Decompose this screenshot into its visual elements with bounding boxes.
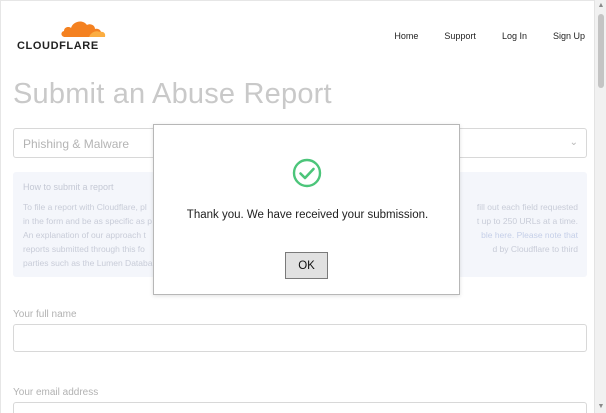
logo-wordmark: CLOUDFLARE	[17, 40, 99, 52]
instructions-link[interactable]: ble here. Please note that	[481, 228, 578, 242]
email-input[interactable]	[13, 402, 587, 413]
cloudflare-logo[interactable]: CLOUDFLARE	[15, 17, 115, 53]
instructions-heading: How to submit a report	[23, 182, 114, 192]
instructions-line: fill out each field requested	[476, 202, 578, 212]
instructions-line: To file a report with Cloudflare, pl	[23, 202, 147, 212]
instructions-line: parties such as the Lumen Databa	[23, 258, 153, 268]
nav-home-link[interactable]: Home	[394, 31, 418, 41]
site-header: CLOUDFLARE Home Support Log In Sign Up	[1, 1, 595, 71]
ok-button[interactable]: OK	[285, 252, 328, 279]
top-nav: Home Support Log In Sign Up	[368, 31, 585, 41]
scroll-thumb[interactable]	[598, 14, 604, 88]
dialog-message: Thank you. We have received your submiss…	[186, 209, 429, 221]
chevron-down-icon: ⌄	[569, 137, 578, 148]
confirmation-dialog: Thank you. We have received your submiss…	[153, 124, 460, 295]
instructions-line: reports submitted through this fo	[23, 244, 145, 254]
cloud-icon	[61, 21, 106, 37]
page-scrollbar[interactable]: ▲ ▼	[594, 0, 606, 413]
check-circle-icon	[292, 158, 322, 188]
nav-support-link[interactable]: Support	[444, 31, 476, 41]
full-name-label: Your full name	[13, 309, 77, 320]
scroll-down-icon[interactable]: ▼	[597, 403, 605, 411]
email-label: Your email address	[13, 387, 99, 398]
instructions-line: in the form and be as specific as p	[23, 216, 152, 226]
nav-signup-link[interactable]: Sign Up	[553, 31, 585, 41]
full-name-input[interactable]	[13, 324, 587, 352]
instructions-line: d by Cloudflare to third	[492, 244, 578, 254]
page-title: Submit an Abuse Report	[13, 78, 332, 110]
scroll-up-icon[interactable]: ▲	[597, 2, 605, 10]
instructions-line: An explanation of our approach t	[23, 230, 146, 240]
report-type-value: Phishing & Malware	[23, 137, 130, 151]
nav-login-link[interactable]: Log In	[502, 31, 527, 41]
instructions-line: t up to 250 URLs at a time.	[476, 216, 578, 226]
